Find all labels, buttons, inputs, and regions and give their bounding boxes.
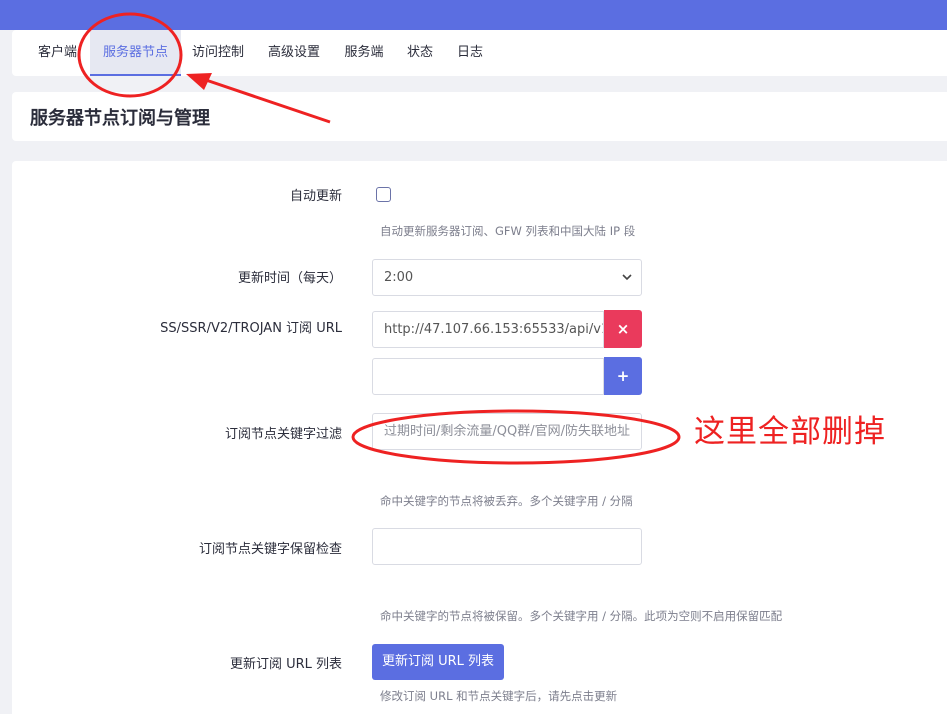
annotation-text: 这里全部删掉 bbox=[694, 414, 886, 450]
subscribe-url-value: http://47.107.66.153:65533/api/v1/cl... bbox=[384, 322, 603, 337]
subscribe-url-input[interactable]: http://47.107.66.153:65533/api/v1/cl... bbox=[372, 311, 604, 348]
new-subscribe-url-input[interactable] bbox=[372, 358, 604, 395]
tab-client[interactable]: 客户端 bbox=[29, 30, 86, 76]
tab-access-control[interactable]: 访问控制 bbox=[188, 30, 248, 76]
page-title: 服务器节点订阅与管理 bbox=[30, 108, 210, 129]
update-url-list-hint: 修改订阅 URL 和节点关键字后，请先点击更新 bbox=[380, 689, 618, 703]
auto-update-label: 自动更新 bbox=[289, 189, 342, 204]
tab-status[interactable]: 状态 bbox=[404, 30, 436, 76]
update-url-list-label: 更新订阅 URL 列表 bbox=[229, 657, 342, 672]
subscribe-url-label: SS/SSR/V2/TROJAN 订阅 URL bbox=[160, 321, 342, 336]
tab-advanced-settings[interactable]: 高级设置 bbox=[264, 30, 324, 76]
update-time-select[interactable]: 2:00 bbox=[372, 259, 642, 296]
tab-server[interactable]: 服务端 bbox=[340, 30, 388, 76]
title-card: 服务器节点订阅与管理 bbox=[12, 92, 947, 141]
chevron-down-icon bbox=[622, 274, 632, 281]
tab-log[interactable]: 日志 bbox=[454, 30, 486, 76]
top-header-bar bbox=[0, 0, 947, 30]
tab-bar: 客户端 服务器节点 访问控制 高级设置 服务端 状态 日志 bbox=[12, 30, 947, 76]
filter-keywords-label: 订阅节点关键字过滤 bbox=[224, 427, 342, 442]
add-url-button[interactable]: + bbox=[604, 357, 642, 395]
filter-keywords-hint: 命中关键字的节点将被丢弃。多个关键字用 / 分隔 bbox=[380, 494, 633, 508]
auto-update-checkbox[interactable] bbox=[376, 187, 391, 202]
filter-keywords-placeholder: 过期时间/剩余流量/QQ群/官网/防失联地址 bbox=[384, 424, 630, 439]
keep-keywords-hint: 命中关键字的节点将被保留。多个关键字用 / 分隔。此项为空则不启用保留匹配 bbox=[380, 609, 783, 623]
auto-update-hint: 自动更新服务器订阅、GFW 列表和中国大陆 IP 段 bbox=[380, 224, 636, 238]
update-url-list-button[interactable]: 更新订阅 URL 列表 bbox=[372, 644, 504, 680]
remove-url-button[interactable]: × bbox=[604, 310, 642, 348]
tab-server-nodes[interactable]: 服务器节点 bbox=[90, 30, 181, 76]
keep-keywords-input[interactable] bbox=[372, 528, 642, 565]
keep-keywords-label: 订阅节点关键字保留检查 bbox=[198, 542, 342, 557]
filter-keywords-input[interactable]: 过期时间/剩余流量/QQ群/官网/防失联地址 bbox=[372, 413, 642, 450]
update-time-label: 更新时间（每天） bbox=[237, 271, 342, 286]
update-time-value: 2:00 bbox=[384, 270, 414, 285]
